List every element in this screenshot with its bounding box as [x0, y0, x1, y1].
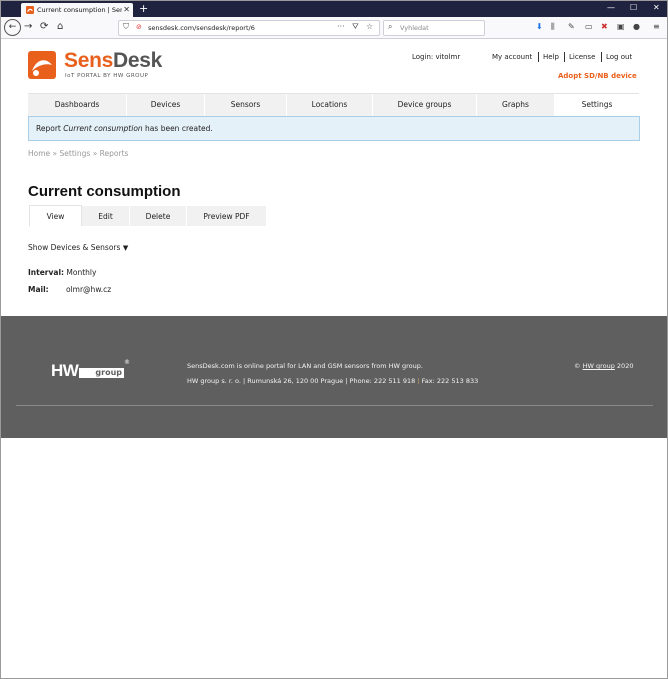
sensdesk-logo-icon: [28, 51, 56, 79]
lock-warning-icon[interactable]: ⊘: [136, 23, 142, 31]
show-devices-label: Show Devices & Sensors: [28, 243, 121, 252]
adopt-device-link[interactable]: Adopt SD/NB device: [558, 72, 637, 80]
search-icon: ⌕: [388, 22, 393, 31]
caret-down-icon: ▼: [122, 244, 129, 252]
footer-address: HW group s. r. o. | Rumunská 26, 120 00 …: [187, 377, 478, 385]
screenshot-icon[interactable]: ▣: [617, 22, 625, 31]
search-placeholder: Vyhledat: [400, 24, 429, 32]
search-bar[interactable]: ⌕ Vyhledat: [383, 20, 485, 36]
nav-devices[interactable]: Devices: [127, 94, 205, 116]
copyright-symbol: ©: [574, 362, 581, 370]
tools-icon[interactable]: ✎: [568, 22, 575, 31]
hw-logo-group: group: [79, 368, 124, 378]
mail-label: Mail:: [28, 285, 49, 294]
footer-copyright: © HW group 2020: [574, 362, 633, 370]
page-actions-icon[interactable]: ···: [337, 22, 345, 31]
logout-link[interactable]: Log out: [606, 53, 632, 61]
browser-tab[interactable]: Current consumption | SensDesk ✕: [21, 3, 133, 17]
footer-address-text: HW group s. r. o. | Rumunská 26, 120 00 …: [187, 377, 416, 385]
link-separator: [601, 52, 602, 62]
close-window-icon[interactable]: ✕: [653, 3, 660, 12]
show-devices-toggle[interactable]: Show Devices & Sensors ▼: [28, 243, 128, 252]
reload-icon[interactable]: ⟳: [40, 21, 48, 32]
nav-graphs[interactable]: Graphs: [477, 94, 555, 116]
sidebar-icon[interactable]: ▭: [585, 22, 593, 31]
interval-label: Interval:: [28, 268, 65, 277]
url-text[interactable]: sensdesk.com/sensdesk/report/6: [148, 24, 255, 32]
library-icon[interactable]: ⫼: [551, 22, 555, 32]
browser-toolbar: ← → ⟳ ⌂ ⛉ ⊘ sensdesk.com/sensdesk/report…: [1, 17, 667, 39]
footer-divider: [16, 405, 653, 406]
logo-desk: Desk: [113, 49, 163, 72]
login-label: Login: vitolmr: [412, 53, 461, 61]
breadcrumb: Home » Settings » Reports: [28, 149, 128, 158]
extension-icon[interactable]: ✖: [601, 22, 608, 31]
report-tabs: View Edit Delete Preview PDF: [29, 205, 266, 226]
nav-dashboards[interactable]: Dashboards: [28, 94, 127, 116]
footer: HW group ® SensDesk.com is online portal…: [1, 316, 667, 438]
footer-description: SensDesk.com is online portal for LAN an…: [187, 362, 423, 370]
help-link[interactable]: Help: [543, 53, 559, 61]
alert-text: Report Current consumption has been crea…: [36, 124, 213, 133]
logo-sens: Sens: [64, 49, 113, 72]
tab-delete[interactable]: Delete: [130, 206, 187, 226]
page-title: Current consumption: [28, 183, 181, 200]
sensdesk-favicon-icon: [26, 6, 34, 14]
hw-logo-text: HW: [51, 361, 79, 380]
browser-titlebar: Current consumption | SensDesk ✕ + — ☐ ✕: [1, 1, 667, 17]
interval-row: Interval: Monthly: [28, 268, 96, 277]
account-icon[interactable]: ●: [633, 22, 640, 31]
url-bar[interactable]: ⛉ ⊘ sensdesk.com/sensdesk/report/6 ··· ⛛…: [118, 20, 380, 36]
tab-view[interactable]: View: [29, 205, 82, 226]
alert-suffix: has been created.: [142, 124, 213, 133]
nav-locations[interactable]: Locations: [287, 94, 373, 116]
forward-icon[interactable]: →: [24, 21, 32, 32]
pocket-icon[interactable]: ⛛: [352, 22, 359, 32]
my-account-link[interactable]: My account: [492, 53, 532, 61]
breadcrumb-home[interactable]: Home: [28, 149, 50, 158]
menu-icon[interactable]: ≡: [653, 22, 660, 31]
download-icon[interactable]: ⬇: [536, 22, 543, 31]
breadcrumb-settings[interactable]: Settings: [60, 149, 91, 158]
tab-edit[interactable]: Edit: [82, 206, 130, 226]
home-icon[interactable]: ⌂: [57, 21, 63, 32]
breadcrumb-separator: »: [52, 149, 58, 158]
alert-prefix: Report: [36, 124, 64, 133]
breadcrumb-reports[interactable]: Reports: [100, 149, 129, 158]
new-tab-button[interactable]: +: [139, 2, 148, 15]
logo-wordmark: SensDesk: [64, 49, 162, 73]
license-link[interactable]: License: [569, 53, 595, 61]
nav-device-groups[interactable]: Device groups: [373, 94, 477, 116]
copyright-year: 2020: [616, 362, 634, 370]
back-button-icon[interactable]: ←: [4, 19, 21, 36]
interval-value: Monthly: [66, 268, 97, 277]
close-tab-icon[interactable]: ✕: [123, 5, 130, 14]
nav-settings[interactable]: Settings: [555, 94, 639, 116]
logo-subtitle: IoT PORTAL BY HW GROUP: [65, 73, 149, 79]
hw-group-link[interactable]: HW group: [583, 362, 615, 370]
link-separator: [538, 52, 539, 62]
mail-row: Mail:: [28, 285, 49, 294]
tab-title: Current consumption | SensDesk: [37, 6, 122, 14]
link-separator: [564, 52, 565, 62]
success-alert: Report Current consumption has been crea…: [28, 116, 640, 141]
footer-fax-separator: |: [417, 377, 420, 385]
footer-fax: Fax: 222 513 833: [421, 377, 479, 385]
nav-sensors[interactable]: Sensors: [205, 94, 287, 116]
maximize-icon[interactable]: ☐: [630, 3, 637, 12]
bookmark-star-icon[interactable]: ☆: [366, 22, 373, 31]
minimize-icon[interactable]: —: [607, 3, 615, 12]
tab-preview-pdf[interactable]: Preview PDF: [187, 206, 266, 226]
main-nav: Dashboards Devices Sensors Locations Dev…: [28, 93, 639, 116]
breadcrumb-separator: »: [92, 149, 98, 158]
shield-icon[interactable]: ⛉: [123, 22, 129, 32]
mail-value: olmr@hw.cz: [66, 285, 112, 294]
hw-logo-registered: ®: [124, 359, 130, 366]
alert-report-name: Current consumption: [63, 124, 143, 133]
